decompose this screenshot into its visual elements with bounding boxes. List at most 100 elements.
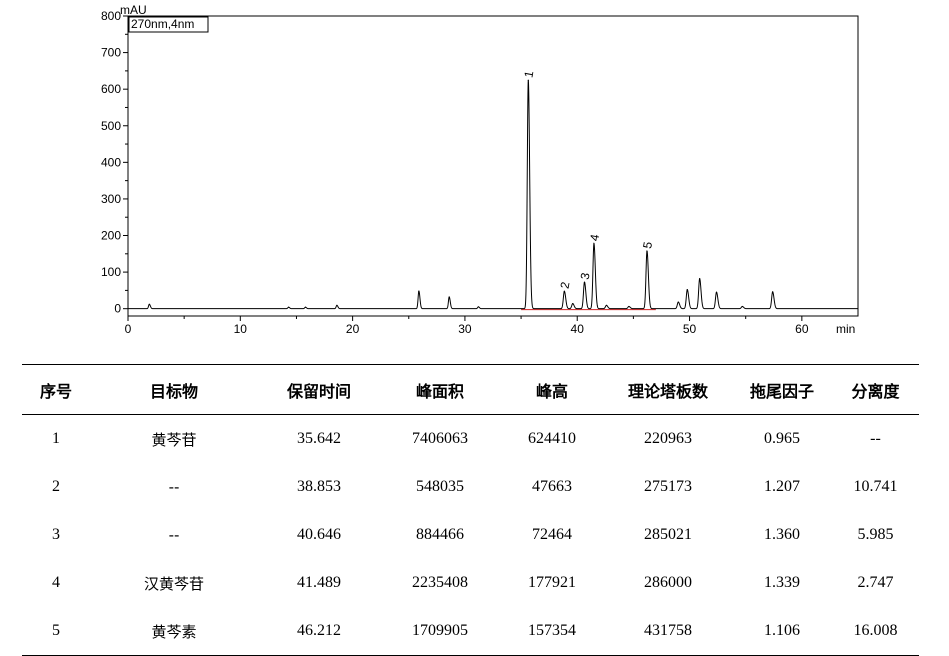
table-header-row: 序号 目标物 保留时间 峰面积 峰高 理论塔板数 拖尾因子 分离度 (22, 364, 919, 415)
cell-resolution: 2.747 (857, 574, 894, 591)
peak-point (304, 306, 307, 308)
peak-label: 1 (521, 69, 536, 78)
peak-point (628, 305, 630, 308)
cell-index: 3 (52, 526, 60, 543)
peak-point (699, 278, 701, 280)
cell-retention-time: 38.853 (297, 478, 341, 495)
peak-point (336, 304, 338, 306)
cell-plate-count: 275173 (644, 478, 692, 495)
y-tick-label: 500 (101, 119, 121, 133)
cell-peak-area: 2235408 (412, 574, 468, 591)
y-tick-label: 0 (114, 302, 121, 316)
y-tick-label: 700 (101, 46, 121, 60)
peak-label: 5 (640, 240, 655, 249)
cell-peak-height: 624410 (528, 430, 576, 447)
peak-point (605, 304, 608, 306)
peak-label: 4 (587, 233, 602, 242)
peak-point (527, 79, 529, 81)
cell-tailing-factor: 1.339 (764, 574, 800, 591)
cell-tailing-factor: 1.207 (764, 478, 800, 495)
chromatogram-trace (128, 80, 858, 310)
table-row: 2 -- 38.853 548035 47663 275173 1.207 10… (22, 463, 919, 511)
cell-index: 1 (52, 430, 60, 447)
x-tick-label: 10 (234, 322, 248, 336)
cell-plate-count: 285021 (644, 526, 692, 543)
cell-peak-height: 177921 (528, 574, 576, 591)
peak-point (593, 242, 595, 245)
peak-point (583, 281, 586, 283)
cell-peak-area: 884466 (416, 526, 464, 543)
x-tick-label: 30 (458, 322, 472, 336)
header-plate-count: 理论塔板数 (627, 381, 708, 401)
peak-point (563, 290, 565, 292)
cell-retention-time: 46.212 (297, 622, 341, 639)
x-unit-label: min (836, 322, 855, 336)
peak-table-container: 序号 目标物 保留时间 峰面积 峰高 理论塔板数 拖尾因子 分离度 1 黄芩苷 … (22, 364, 919, 656)
peak-label: 3 (578, 271, 593, 280)
peak-point (772, 291, 774, 293)
peak-table: 序号 目标物 保留时间 峰面积 峰高 理论塔板数 拖尾因子 分离度 1 黄芩苷 … (22, 364, 919, 656)
chromatogram-svg: 0 100 200 300 400 500 600 700 800 0 10 20 30 40 50 60 mA… (101, 3, 859, 336)
table-row: 5 黄芩素 46.212 1709905 157354 431758 1.106… (22, 607, 919, 656)
cell-target: -- (168, 526, 180, 544)
peak-point (572, 302, 574, 305)
cell-target: -- (168, 478, 180, 496)
cell-peak-area: 7406063 (412, 430, 468, 447)
table-row: 4 汉黄芩苷 41.489 2235408 177921 286000 1.33… (22, 559, 919, 607)
peak-point (477, 306, 479, 308)
peak-point (288, 306, 290, 308)
cell-resolution: 5.985 (857, 526, 894, 543)
cell-resolution: -- (870, 430, 881, 447)
cell-retention-time: 35.642 (297, 430, 341, 447)
cell-index: 2 (52, 478, 60, 495)
cell-tailing-factor: 1.106 (764, 622, 800, 639)
peak-point (418, 290, 420, 292)
cell-index: 5 (52, 622, 60, 639)
peak-point (686, 289, 688, 291)
y-tick-label: 800 (101, 9, 121, 23)
chromatogram-chart: 0 100 200 300 400 500 600 700 800 0 10 20 30 40 50 60 mA… (0, 0, 949, 345)
cell-target: 黄芩素 (151, 622, 197, 641)
cell-plate-count: 431758 (644, 622, 692, 639)
table-row: 1 黄芩苷 35.642 7406063 624410 220963 0.965… (22, 415, 919, 464)
table-row: 3 -- 40.646 884466 72464 285021 1.360 5.… (22, 511, 919, 559)
x-tick-label: 20 (346, 322, 360, 336)
header-peak-area: 峰面积 (415, 381, 464, 401)
x-tick-label: 60 (795, 322, 809, 336)
peak-point (715, 291, 718, 293)
x-tick-label: 0 (125, 322, 132, 336)
peak-point (741, 305, 743, 308)
cell-tailing-factor: 0.965 (764, 430, 800, 447)
cell-peak-area: 1709905 (412, 622, 468, 639)
y-tick-label: 400 (101, 155, 121, 169)
x-tick-label: 40 (571, 322, 585, 336)
legend-text: 270nm,4nm (131, 17, 194, 31)
header-tailing-factor: 拖尾因子 (749, 381, 814, 401)
y-tick-label: 300 (101, 192, 121, 206)
cell-plate-count: 220963 (644, 430, 692, 447)
cell-resolution: 10.741 (853, 478, 898, 495)
cell-peak-height: 157354 (528, 622, 576, 639)
cell-retention-time: 41.489 (297, 574, 341, 591)
peak-point (677, 301, 679, 303)
header-resolution: 分离度 (851, 381, 900, 401)
cell-plate-count: 286000 (644, 574, 692, 591)
cell-target: 汉黄芩苷 (143, 574, 204, 593)
peak-point (646, 250, 648, 252)
peak-point (448, 296, 450, 298)
header-retention-time: 保留时间 (286, 381, 351, 401)
cell-target: 黄芩苷 (151, 430, 197, 449)
peak-label: 2 (558, 280, 573, 289)
x-tick-label: 50 (683, 322, 697, 336)
y-tick-label: 600 (101, 82, 121, 96)
header-peak-height: 峰高 (535, 381, 568, 401)
y-unit-label: mAU (120, 3, 147, 17)
header-index: 序号 (39, 381, 72, 401)
plot-frame (127, 15, 859, 317)
header-target: 目标物 (149, 381, 198, 401)
cell-tailing-factor: 1.360 (764, 526, 800, 543)
cell-retention-time: 40.646 (297, 526, 341, 543)
peak-point (148, 303, 150, 305)
y-tick-label: 200 (101, 229, 121, 243)
cell-peak-area: 548035 (416, 478, 464, 495)
